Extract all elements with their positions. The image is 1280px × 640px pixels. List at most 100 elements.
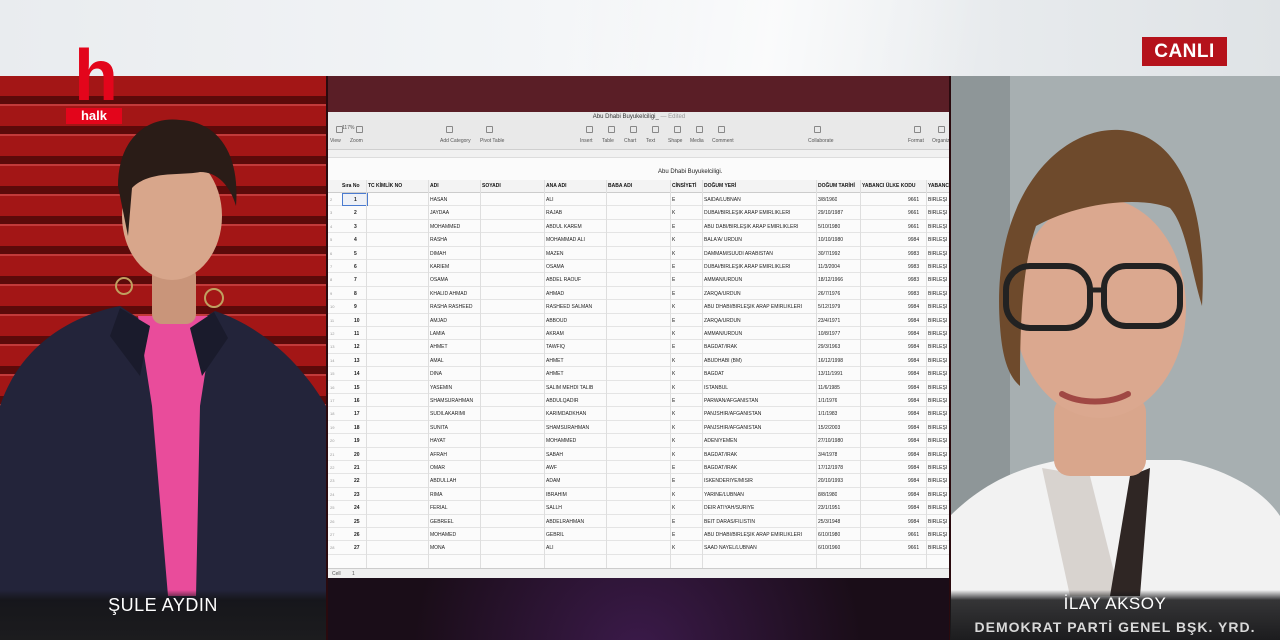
cell-adi[interactable]: YASEMİN — [430, 385, 452, 391]
column-header[interactable]: ADI — [430, 183, 439, 189]
column-header[interactable]: TC KİMLİK NO — [368, 183, 402, 189]
cell-ulke[interactable]: BİRLEŞİ — [928, 532, 947, 538]
cell-kod[interactable]: 9984 — [908, 344, 919, 350]
cell-yer[interactable]: ABU DHABI/BİRLEŞİK ARAP EMİRLİKLERİ — [704, 532, 802, 538]
cell-tarih[interactable]: 29/3/1963 — [818, 344, 840, 350]
cell-no[interactable]: 4 — [354, 237, 357, 243]
cell-ulke[interactable]: BİRLEŞİ — [928, 251, 947, 257]
cell-ulke[interactable]: BİRLEŞİ — [928, 304, 947, 310]
cell-tarih[interactable]: 17/12/1978 — [818, 465, 843, 471]
cell-ulke[interactable]: BİRLEŞİ — [928, 519, 947, 525]
cell-no[interactable]: 25 — [354, 519, 360, 525]
cell-yer[interactable]: BAĞDAT/IRAK — [704, 452, 737, 458]
cell-ana[interactable]: RAJAB — [546, 210, 562, 216]
cell-tarih[interactable]: 23/4/1971 — [818, 318, 840, 324]
cell-no[interactable]: 24 — [354, 505, 360, 511]
cell-cins[interactable]: K — [672, 545, 675, 551]
cell-ana[interactable]: TAWFIQ — [546, 344, 565, 350]
cell-tarih[interactable]: 29/10/1987 — [818, 210, 843, 216]
column-header[interactable]: Sıra No — [342, 183, 360, 189]
table-row[interactable]: 21 20 AFRAH SABAH K BAĞDAT/IRAK 3/4/1978 9984 Bİ… — [328, 448, 950, 461]
cell-yer[interactable]: İSKENDERİYE/MISIR — [704, 478, 753, 484]
cell-cins[interactable]: K — [672, 210, 675, 216]
cell-tarih[interactable]: 3/4/1978 — [818, 452, 837, 458]
cell-cins[interactable]: K — [672, 505, 675, 511]
cell-kod[interactable]: 9984 — [908, 304, 919, 310]
cell-no[interactable]: 12 — [354, 344, 360, 350]
cell-ana[interactable]: AHMAD — [546, 291, 564, 297]
cell-ana[interactable]: GEBRIL — [546, 532, 564, 538]
cell-ulke[interactable]: BİRLEŞİ — [928, 411, 947, 417]
cell-no[interactable]: 23 — [354, 492, 360, 498]
cell-ana[interactable]: RASHEED SALMAN — [546, 304, 592, 310]
table-row[interactable]: 11 10 AMJAD ABBOUD E ZARQA/ÜRDÜN 23/4/1971 9984… — [328, 314, 950, 327]
cell-no[interactable]: 2 — [354, 210, 357, 216]
toolbar-text-button[interactable]: Text — [646, 138, 655, 144]
cell-yer[interactable]: BAĞDAT/IRAK — [704, 465, 737, 471]
table-row[interactable]: 19 18 SUNITA SHAMSURAHMAN K PANJSHIR/AFGANİST… — [328, 421, 950, 435]
cell-no[interactable]: 8 — [354, 291, 357, 297]
cell-ulke[interactable]: BİRLEŞİ — [928, 264, 947, 270]
cell-adi[interactable]: MOHAMMED — [430, 224, 460, 230]
cell-adi[interactable]: RASHA — [430, 237, 447, 243]
cell-kod[interactable]: 9984 — [908, 331, 919, 337]
cell-no[interactable]: 11 — [354, 331, 359, 337]
cell-ana[interactable]: ABDULQADIR — [546, 398, 579, 404]
table-row[interactable]: 27 26 MOHAMED GEBRIL E ABU DHABI/BİRLEŞİK ARA… — [328, 528, 950, 542]
toolbar-format-icon[interactable] — [914, 126, 921, 133]
table-row[interactable]: 8 7 OSAMA ABDEL RAOUF E AMMAN/ÜRDÜN 18/12/1966… — [328, 273, 950, 287]
table-row[interactable]: 28 27 MONA ALİ K SAAD NAYEL/LÜBNAN 6/10/1960 96… — [328, 541, 950, 555]
cell-tarih[interactable]: 27/10/1980 — [818, 438, 843, 444]
cell-cins[interactable]: K — [672, 411, 675, 417]
cell-no[interactable]: 14 — [354, 371, 360, 377]
cell-yer[interactable]: BALA'A/ ÜRDÜN — [704, 237, 742, 243]
toolbar-media-icon[interactable] — [696, 126, 703, 133]
cell-cins[interactable]: K — [672, 438, 675, 444]
cell-tarih[interactable]: 18/12/1966 — [818, 277, 843, 283]
cell-tarih[interactable]: 16/12/1998 — [818, 358, 843, 364]
cell-ulke[interactable]: BİRLEŞİ — [928, 478, 947, 484]
cell-yer[interactable]: PANJSHIR/AFGANİSTAN — [704, 425, 761, 431]
cell-no[interactable]: 18 — [354, 425, 360, 431]
cell-cins[interactable]: E — [672, 197, 675, 203]
cell-ulke[interactable]: BİRLEŞİ — [928, 318, 947, 324]
cell-ana[interactable]: IBRAHIM — [546, 492, 567, 498]
toolbar-chart-icon[interactable] — [630, 126, 637, 133]
zoom-value[interactable]: 117% — [342, 125, 354, 131]
cell-yer[interactable]: DUBAI/BİRLEŞİK ARAP EMİRLİKLERİ — [704, 264, 790, 270]
cell-kod[interactable]: 9984 — [908, 438, 919, 444]
cell-cins[interactable]: K — [672, 251, 675, 257]
toolbar-table-icon[interactable] — [608, 126, 615, 133]
cell-kod[interactable]: 9661 — [908, 210, 919, 216]
cell-ulke[interactable]: BİRLEŞİ — [928, 545, 947, 551]
cell-ulke[interactable]: BİRLEŞİ — [928, 465, 947, 471]
cell-no[interactable]: 19 — [354, 438, 360, 444]
column-header[interactable]: SOYADI — [482, 183, 501, 189]
cell-cins[interactable]: E — [672, 318, 675, 324]
cell-adi[interactable]: MONA — [430, 545, 445, 551]
toolbar-pivot-table-icon[interactable] — [486, 126, 493, 133]
table-row[interactable]: 9 8 KHALID AHMAD AHMAD E ZARQA/ÜRDÜN 26/7/1976… — [328, 287, 950, 301]
cell-cins[interactable]: E — [672, 478, 675, 484]
cell-adi[interactable]: SUDILAKARIMI — [430, 411, 465, 417]
cell-kod[interactable]: 9983 — [908, 291, 919, 297]
cell-ana[interactable]: MAZEN — [546, 251, 564, 257]
cell-yer[interactable]: SAAD NAYEL/LÜBNAN — [704, 545, 757, 551]
cell-kod[interactable]: 9984 — [908, 358, 919, 364]
cell-ana[interactable]: ABDEL RAOUF — [546, 277, 581, 283]
cell-tarih[interactable]: 1/1/1976 — [818, 398, 837, 404]
cell-ulke[interactable]: BİRLEŞİ — [928, 492, 947, 498]
toolbar-organize-icon[interactable] — [938, 126, 945, 133]
cell-cins[interactable]: E — [672, 465, 675, 471]
toolbar-view-icon[interactable] — [336, 126, 343, 133]
toolbar-add-category-button[interactable]: Add Category — [440, 138, 471, 144]
table-row[interactable]: 18 17 SUDILAKARIMI KARIMDADKHAN K PANJSHIR/AF… — [328, 407, 950, 421]
cell-no[interactable]: 6 — [354, 264, 357, 270]
cell-ana[interactable]: KARIMDADKHAN — [546, 411, 586, 417]
toolbar-media-button[interactable]: Media — [690, 138, 704, 144]
cell-tarih[interactable]: 25/3/1948 — [818, 519, 840, 525]
toolbar-table-button[interactable]: Table — [602, 138, 614, 144]
cell-yer[interactable]: BAĞDAT — [704, 371, 724, 377]
table-row[interactable]: 12 11 LAMIA AKRAM K AMMAN/ÜRDÜN 10/8/1977 9984 B… — [328, 327, 950, 341]
cell-no[interactable]: 3 — [354, 224, 357, 230]
